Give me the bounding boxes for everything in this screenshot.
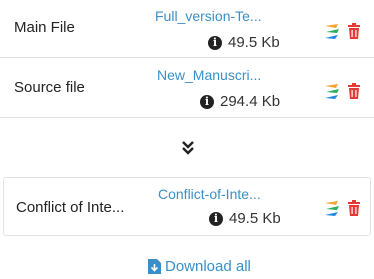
file-name-link[interactable]: Conflict-of-Inte... <box>158 186 261 202</box>
edit-annotate-icon[interactable] <box>324 23 340 39</box>
file-download-icon <box>148 259 161 274</box>
edit-annotate-icon[interactable] <box>324 200 340 216</box>
file-type-label: Conflict of Inte... <box>16 199 125 216</box>
trash-icon[interactable] <box>346 200 362 216</box>
file-actions <box>324 83 362 99</box>
trash-icon[interactable] <box>346 23 362 39</box>
info-circle-icon: i <box>208 35 222 50</box>
info-circle-icon: i <box>200 94 214 109</box>
download-all-label: Download all <box>165 258 251 275</box>
file-name-link[interactable]: New_Manuscri... <box>157 67 261 83</box>
download-all-link[interactable]: Download all <box>148 258 251 275</box>
file-size: i 294.4 Kb <box>200 93 280 110</box>
file-actions <box>324 23 362 39</box>
file-type-label: Source file <box>14 79 85 96</box>
double-chevron-down-icon[interactable] <box>180 140 196 156</box>
file-size-value: 49.5 Kb <box>228 34 280 51</box>
file-size: i 49.5 Kb <box>208 34 280 51</box>
file-name-link[interactable]: Full_version-Te... <box>155 8 262 24</box>
file-size-value: 49.5 Kb <box>229 210 281 227</box>
file-card-source: Source file New_Manuscri... i 294.4 Kb <box>0 58 374 118</box>
file-card-main: Main File Full_version-Te... i 49.5 Kb <box>0 0 374 58</box>
file-type-label: Main File <box>14 19 75 36</box>
file-size: i 49.5 Kb <box>209 210 281 227</box>
file-size-value: 294.4 Kb <box>220 93 281 110</box>
trash-icon[interactable] <box>346 83 362 99</box>
file-actions <box>324 200 362 216</box>
file-card-conflict: Conflict of Inte... Conflict-of-Inte... … <box>3 177 371 236</box>
edit-annotate-icon[interactable] <box>324 83 340 99</box>
info-circle-icon: i <box>209 211 223 226</box>
